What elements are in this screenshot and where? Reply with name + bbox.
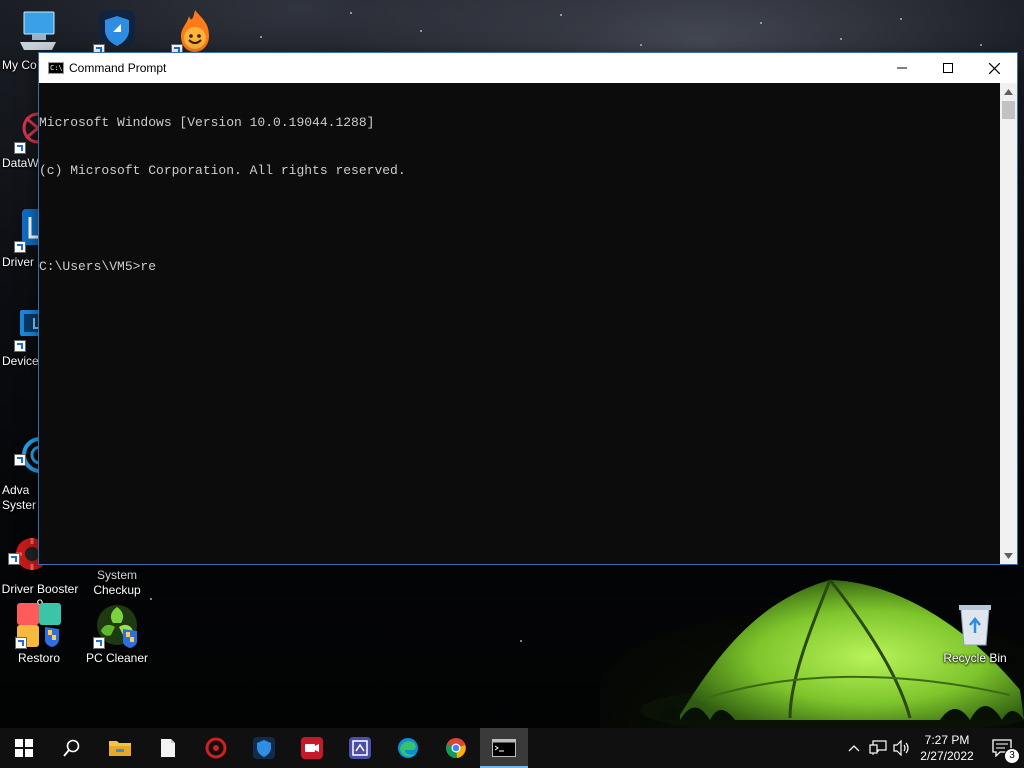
chevron-up-icon — [1004, 88, 1013, 95]
desktop-icon-label: PC Cleaner — [85, 651, 149, 665]
shortcut-arrow-icon — [93, 637, 105, 649]
desktop-icon-label: Device — [2, 354, 39, 368]
windows-logo-icon — [15, 739, 33, 757]
clock-time: 7:27 PM — [924, 733, 970, 747]
command-prompt-icon: C:\ — [48, 62, 64, 74]
folder-icon — [109, 741, 131, 756]
shortcut-arrow-icon — [15, 637, 27, 649]
edge-browser-icon — [398, 738, 418, 758]
taskbar-file-explorer[interactable] — [96, 728, 144, 768]
taskbar-command-prompt[interactable] — [480, 728, 528, 768]
maximize-icon — [943, 63, 953, 73]
shortcut-arrow-icon — [14, 241, 26, 253]
shortcut-arrow-icon — [14, 340, 26, 352]
desktop-icon-vpn-shield[interactable] — [80, 8, 154, 58]
network-button[interactable] — [866, 728, 890, 768]
console-prompt-line: C:\Users\VM5>re — [39, 259, 157, 274]
pc-cleaner-icon — [93, 601, 141, 649]
desktop-icon-label: System Checkup — [93, 568, 141, 597]
desktop-icon-label: DataW — [2, 156, 39, 170]
window-title: Command Prompt — [69, 61, 167, 75]
flame-smiley-icon — [171, 8, 219, 56]
close-button[interactable] — [971, 53, 1017, 83]
driver-booster-icon — [205, 737, 227, 759]
window-controls — [879, 53, 1017, 83]
screen-recorder-icon — [301, 737, 323, 759]
desktop-icon-restoro[interactable]: Restoro — [2, 601, 76, 666]
maximize-button[interactable] — [925, 53, 971, 83]
shortcut-arrow-icon — [14, 454, 26, 466]
taskbar-clock[interactable]: 7:27 PM 2/27/2022 — [914, 732, 980, 764]
taskbar-chrome[interactable] — [432, 728, 480, 768]
desktop-icon-recycle-bin[interactable]: Recycle Bin — [938, 601, 1012, 666]
show-hidden-icons-button[interactable] — [842, 728, 866, 768]
scroll-down-button[interactable] — [1000, 547, 1017, 564]
clock-date: 2/27/2022 — [920, 749, 974, 763]
taskbar: 7:27 PM 2/27/2022 3 — [0, 728, 1024, 768]
shortcut-arrow-icon — [8, 553, 20, 565]
taskbar-notepad[interactable] — [144, 728, 192, 768]
command-prompt-window[interactable]: C:\ Command Prompt Microsoft Windows [Ve… — [39, 53, 1017, 564]
chevron-up-icon — [848, 745, 860, 752]
network-icon — [869, 740, 887, 755]
chevron-down-icon — [1004, 552, 1013, 559]
search-icon — [63, 739, 80, 757]
taskbar-vpn[interactable] — [240, 728, 288, 768]
scroll-up-button[interactable] — [1000, 83, 1017, 100]
chrome-browser-icon — [446, 738, 466, 759]
speaker-icon — [893, 740, 909, 756]
search-button[interactable] — [48, 728, 96, 768]
console-line: (c) Microsoft Corporation. All rights re… — [39, 163, 406, 178]
taskbar-screen-recorder[interactable] — [288, 728, 336, 768]
desktop-icon-label: Restoro — [17, 651, 61, 665]
vpn-shield-icon — [253, 737, 275, 759]
system-tray: 7:27 PM 2/27/2022 3 — [842, 728, 1024, 768]
minimize-icon — [897, 67, 907, 69]
recycle-bin-icon — [951, 601, 999, 649]
blank-file-icon — [161, 739, 175, 757]
taskbar-driver-booster[interactable] — [192, 728, 240, 768]
vertical-scrollbar[interactable] — [1000, 83, 1017, 564]
desktop-icon-label: My Co — [2, 58, 37, 72]
restoro-icon — [15, 601, 63, 649]
desktop-icon-label: Driver — [2, 255, 34, 269]
desktop-icon-pc-cleaner[interactable]: PC Cleaner — [80, 601, 154, 666]
shortcut-arrow-icon — [14, 142, 26, 154]
volume-button[interactable] — [890, 728, 914, 768]
system-app-icon — [349, 737, 371, 759]
notification-badge: 3 — [1004, 748, 1020, 764]
command-prompt-icon — [492, 739, 516, 757]
console-output[interactable]: Microsoft Windows [Version 10.0.19044.12… — [39, 83, 1000, 564]
scrollbar-thumb[interactable] — [1002, 101, 1015, 119]
window-titlebar[interactable]: C:\ Command Prompt — [39, 53, 1017, 83]
start-button[interactable] — [0, 728, 48, 768]
minimize-button[interactable] — [879, 53, 925, 83]
desktop-icon-label: Recycle Bin — [943, 651, 1007, 665]
desktop-icon-hola[interactable] — [158, 8, 232, 58]
my-computer-icon — [14, 8, 62, 56]
close-icon — [988, 62, 1000, 74]
console-line: Microsoft Windows [Version 10.0.19044.12… — [39, 115, 375, 130]
taskbar-edge[interactable] — [384, 728, 432, 768]
vpn-shield-icon — [93, 8, 141, 56]
action-center-button[interactable]: 3 — [980, 728, 1024, 768]
taskbar-system-app[interactable] — [336, 728, 384, 768]
